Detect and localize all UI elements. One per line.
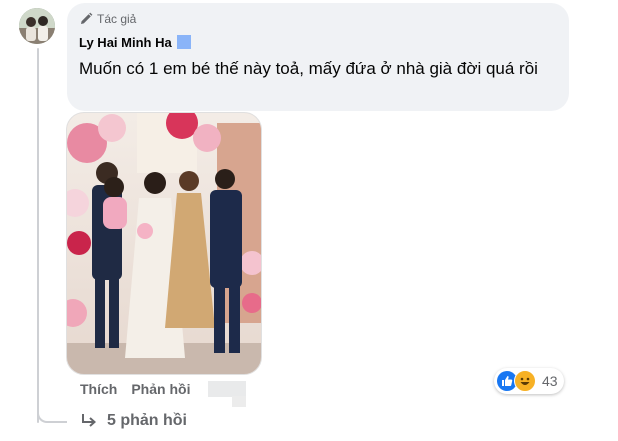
author-badge: Tác giả	[79, 11, 557, 27]
timestamp-redacted	[208, 381, 247, 397]
pencil-icon	[81, 12, 93, 24]
comment-actions: Thích Phản hồi	[80, 381, 247, 397]
thread-line-branch	[37, 409, 67, 423]
like-link[interactable]: Thích	[80, 381, 117, 397]
comment-bubble: Tác giả Ly Hai Minh Ha Muốn có 1 em bé t…	[67, 3, 569, 111]
reply-link[interactable]: Phản hồi	[131, 381, 190, 397]
verified-badge-icon	[176, 35, 191, 49]
reaction-count: 43	[542, 373, 558, 389]
reply-arrow-icon	[82, 414, 97, 427]
timestamp-redacted-2	[232, 396, 246, 407]
haha-icon	[514, 370, 536, 392]
thread-line	[37, 48, 39, 423]
avatar-image	[19, 8, 55, 44]
comment-text: Muốn có 1 em bé thế này toả, mấy đứa ở n…	[79, 59, 538, 78]
replies-label[interactable]: 5 phản hồi	[107, 412, 187, 430]
comment-author[interactable]: Ly Hai Minh Ha	[79, 32, 557, 52]
reaction-summary[interactable]: 43	[494, 368, 564, 394]
view-replies[interactable]: 5 phản hồi	[80, 412, 187, 430]
comment-photo[interactable]	[66, 112, 262, 375]
avatar[interactable]	[19, 8, 55, 44]
author-badge-label: Tác giả	[97, 12, 137, 26]
author-name-text[interactable]: Ly Hai Minh Ha	[79, 35, 172, 50]
photo-image	[67, 113, 261, 374]
